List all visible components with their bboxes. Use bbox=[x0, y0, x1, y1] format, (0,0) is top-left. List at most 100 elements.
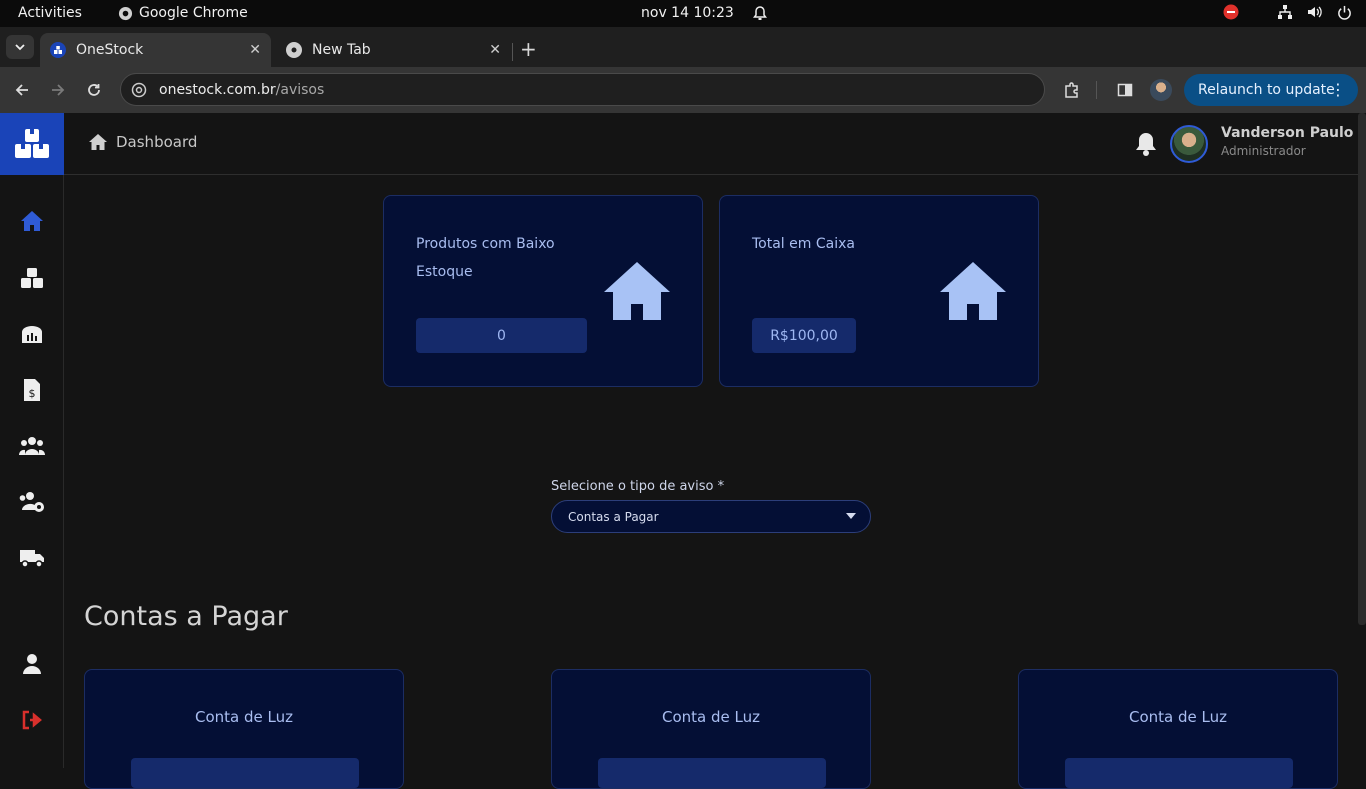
new-tab-button[interactable]: + bbox=[520, 37, 537, 61]
notice-type-select[interactable]: Contas a Pagar bbox=[551, 500, 871, 533]
extensions-button[interactable] bbox=[1062, 80, 1082, 100]
volume-icon bbox=[1308, 6, 1322, 18]
os-top-bar: Activities Google Chrome nov 14 10:23 bbox=[0, 0, 1366, 27]
browser-tab-bar: OneStock ✕ New Tab ✕ + bbox=[0, 27, 1366, 67]
logout-icon bbox=[22, 710, 42, 730]
site-info-icon[interactable] bbox=[131, 82, 147, 98]
clock-time: 10:23 bbox=[693, 5, 734, 21]
power-icon bbox=[1338, 5, 1351, 20]
users-icon bbox=[19, 437, 45, 455]
bill-card[interactable]: Conta de Luz bbox=[551, 669, 871, 789]
onestock-favicon bbox=[50, 42, 66, 58]
user-name: Vanderson Paulo bbox=[1221, 125, 1354, 141]
address-bar[interactable]: onestock.com.br/avisos bbox=[120, 73, 1045, 106]
sidebar-item-stock[interactable] bbox=[17, 319, 47, 349]
relaunch-label: Relaunch to update bbox=[1198, 82, 1335, 98]
cash-total-card: Total em Caixa R$100,00 bbox=[719, 195, 1039, 387]
breadcrumb[interactable]: Dashboard bbox=[88, 133, 197, 151]
warehouse-chart-icon bbox=[22, 326, 42, 343]
sidebar: $ bbox=[0, 113, 64, 768]
users-gear-icon bbox=[19, 492, 44, 512]
tab-separator bbox=[512, 43, 513, 61]
tab-new-tab[interactable]: New Tab ✕ bbox=[276, 33, 511, 67]
low-stock-value: 0 bbox=[416, 318, 587, 353]
chrome-icon bbox=[118, 6, 133, 20]
sidebar-item-clients[interactable] bbox=[17, 431, 47, 461]
clock-text: nov 14 10:23 bbox=[641, 5, 734, 21]
breadcrumb-label: Dashboard bbox=[116, 133, 198, 151]
bill-card[interactable]: Conta de Luz bbox=[1018, 669, 1338, 789]
url-host: onestock.com.br bbox=[159, 81, 276, 98]
side-panel-icon bbox=[1117, 83, 1133, 97]
user-role: Administrador bbox=[1221, 144, 1306, 158]
alarm-icon bbox=[752, 6, 767, 20]
card-title-line: Produtos com Baixo bbox=[416, 236, 555, 252]
app-menu[interactable]: Google Chrome bbox=[118, 5, 248, 21]
do-not-disturb-icon bbox=[1223, 4, 1239, 20]
home-icon bbox=[21, 211, 43, 231]
tab-onestock[interactable]: OneStock ✕ bbox=[40, 33, 271, 67]
card-title-line: Total em Caixa bbox=[752, 236, 855, 252]
house-icon bbox=[604, 262, 670, 320]
house-icon bbox=[940, 262, 1006, 320]
bill-title: Conta de Luz bbox=[1129, 708, 1227, 726]
chrome-favicon bbox=[286, 42, 302, 58]
bill-value-bar bbox=[131, 758, 359, 788]
caret-down-icon bbox=[846, 513, 856, 519]
system-tray[interactable] bbox=[1223, 4, 1352, 20]
toolbar-separator bbox=[1096, 81, 1097, 99]
forward-button[interactable] bbox=[47, 79, 69, 101]
card-title: Total em Caixa bbox=[752, 230, 855, 258]
web-page: $ Dashboard Vanderson Paulo Administrado… bbox=[0, 113, 1366, 789]
sidebar-item-logout[interactable] bbox=[17, 705, 47, 735]
back-button[interactable] bbox=[11, 79, 33, 101]
sidebar-item-user-settings[interactable] bbox=[17, 487, 47, 517]
close-icon[interactable]: ✕ bbox=[249, 42, 261, 58]
sidebar-item-invoices[interactable]: $ bbox=[17, 375, 47, 405]
sidebar-item-delivery[interactable] bbox=[17, 543, 47, 573]
app-logo[interactable] bbox=[0, 113, 64, 175]
scrollbar[interactable] bbox=[1358, 113, 1366, 625]
page-header: Dashboard Vanderson Paulo Administrador bbox=[64, 113, 1358, 175]
arrow-right-icon bbox=[52, 84, 65, 96]
chevron-down-icon bbox=[15, 44, 25, 51]
bill-card[interactable]: Conta de Luz bbox=[84, 669, 404, 789]
close-icon[interactable]: ✕ bbox=[489, 42, 501, 58]
section-title: Contas a Pagar bbox=[84, 601, 288, 632]
sidebar-item-products[interactable] bbox=[17, 263, 47, 293]
reload-icon bbox=[88, 84, 100, 96]
relaunch-button[interactable]: Relaunch to update ⋮ bbox=[1184, 74, 1358, 106]
avatar[interactable] bbox=[1170, 125, 1208, 163]
home-icon bbox=[89, 134, 107, 150]
activities-button[interactable]: Activities bbox=[18, 5, 82, 21]
bill-value-bar bbox=[598, 758, 826, 788]
select-value: Contas a Pagar bbox=[568, 509, 659, 524]
bill-title: Conta de Luz bbox=[662, 708, 760, 726]
clock-date: nov 14 bbox=[641, 5, 689, 21]
profile-avatar[interactable] bbox=[1150, 79, 1172, 101]
more-vert-icon[interactable]: ⋮ bbox=[1330, 80, 1346, 99]
tab-search-button[interactable] bbox=[6, 35, 34, 59]
reload-button[interactable] bbox=[83, 79, 105, 101]
app-name: Google Chrome bbox=[139, 5, 248, 21]
low-stock-card: Produtos com Baixo Estoque 0 bbox=[383, 195, 703, 387]
truck-icon bbox=[20, 550, 44, 568]
bell-icon bbox=[1136, 133, 1156, 156]
boxes-icon bbox=[21, 268, 43, 288]
tab-title: OneStock bbox=[76, 42, 144, 58]
invoice-dollar-icon: $ bbox=[24, 379, 40, 401]
network-icon bbox=[1278, 5, 1292, 19]
tab-title: New Tab bbox=[312, 42, 371, 58]
browser-toolbar: onestock.com.br/avisos Relaunch to updat… bbox=[0, 67, 1366, 113]
bill-value-bar bbox=[1065, 758, 1293, 788]
boxes-logo-icon bbox=[15, 129, 49, 158]
url-path: /avisos bbox=[275, 81, 325, 98]
side-panel-button[interactable] bbox=[1115, 80, 1135, 100]
sidebar-item-profile[interactable] bbox=[17, 649, 47, 679]
card-title: Produtos com Baixo Estoque bbox=[416, 230, 555, 286]
sidebar-item-home[interactable] bbox=[17, 206, 47, 236]
notice-type-label: Selecione o tipo de aviso * bbox=[551, 479, 725, 494]
notifications-button[interactable] bbox=[1134, 131, 1158, 161]
clock[interactable]: nov 14 10:23 bbox=[641, 5, 768, 21]
arrow-left-icon bbox=[15, 84, 28, 96]
